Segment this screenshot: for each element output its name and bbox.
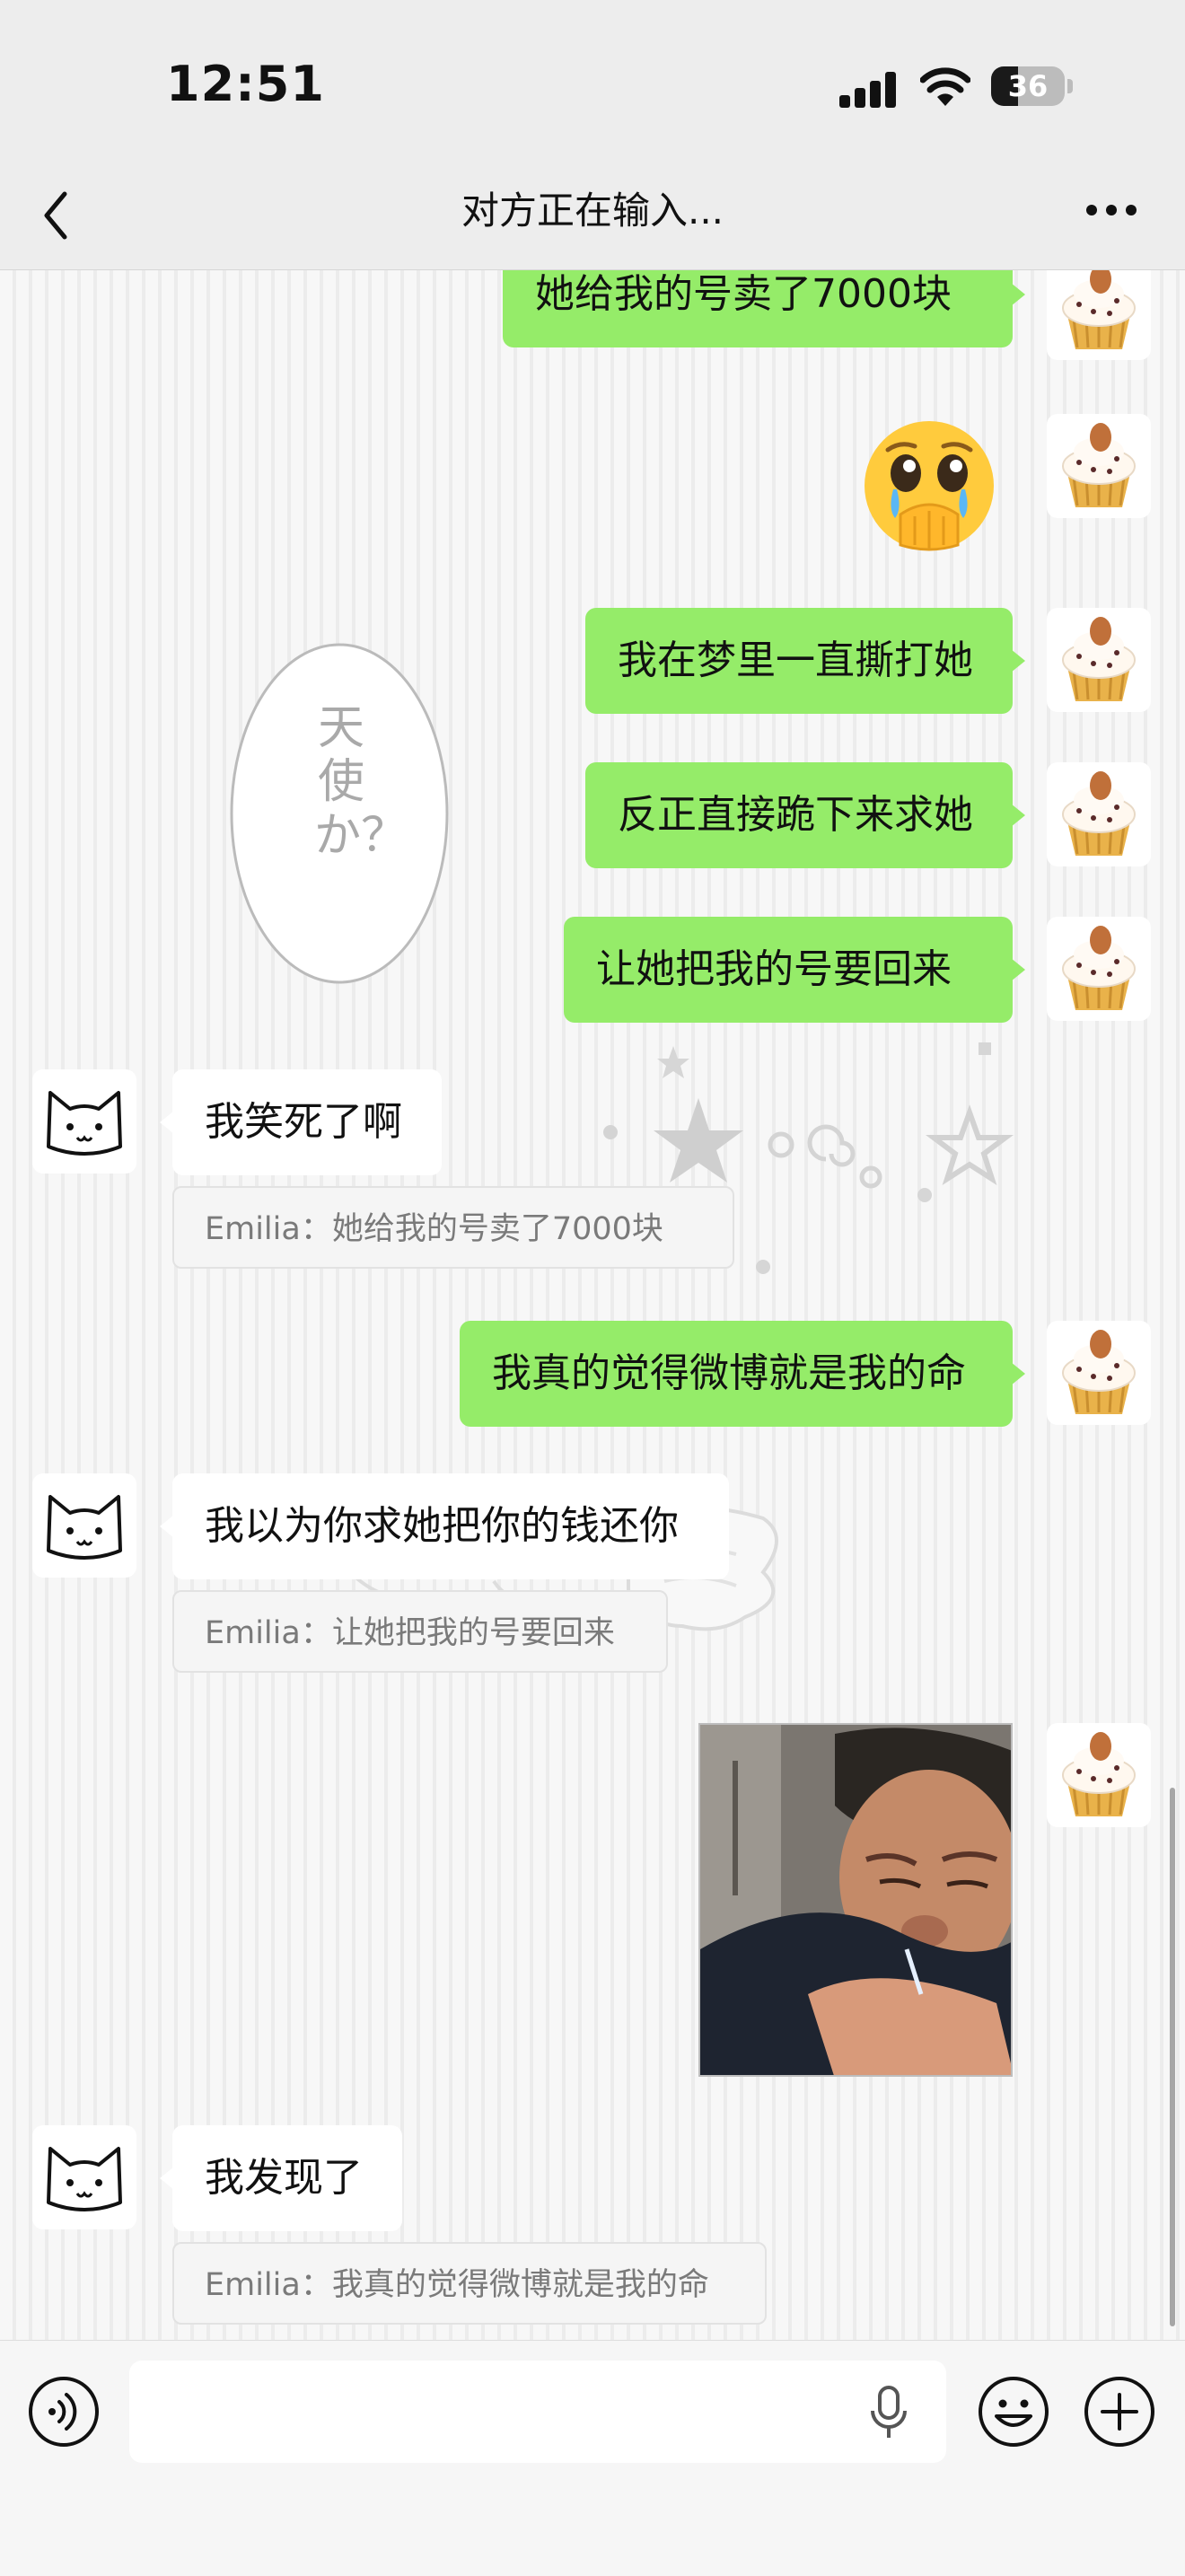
cupcake-avatar[interactable] [1047, 414, 1151, 518]
cat-face-icon [47, 1091, 122, 1156]
cat-face-icon [47, 1495, 122, 1560]
cat-avatar[interactable] [32, 2125, 136, 2229]
message-bubble-sent[interactable]: 反正直接跪下来求她 [585, 762, 1025, 868]
back-arrow-icon[interactable] [27, 180, 90, 251]
message-bubble-received[interactable]: 我发现了 [160, 2125, 402, 2231]
message-bubble-sent[interactable]: 她给我的号卖了7000块 [503, 270, 1025, 347]
cupcake-icon [1062, 270, 1136, 349]
cupcake-icon [1062, 617, 1136, 701]
chat-messages-area[interactable]: 天使か？ 她给我的号卖了7000块 我在梦里一直撕打她 反正直接跪下来求她 让她… [0, 270, 1185, 2340]
cupcake-avatar[interactable] [1047, 762, 1151, 866]
cupcake-icon [1062, 423, 1136, 507]
battery-indicator: 36 [991, 66, 1073, 106]
message-bubble-received[interactable]: 我笑死了啊 [160, 1069, 442, 1175]
cat-avatar[interactable] [32, 1069, 136, 1174]
quoted-reply[interactable]: Emilia：我真的觉得微博就是我的命 [172, 2242, 767, 2325]
pleading-face-icon [865, 421, 994, 551]
chat-scrollbar[interactable] [1170, 1788, 1175, 2326]
voice-mode-icon[interactable] [27, 2375, 101, 2449]
microphone-icon[interactable] [864, 2384, 914, 2441]
cupcake-icon [1062, 1732, 1136, 1816]
message-bubble-sent[interactable]: 我在梦里一直撕打她 [585, 608, 1025, 714]
cupcake-icon [1062, 926, 1136, 1010]
chat-header: 对方正在输入... [0, 162, 1185, 270]
status-time: 12:51 [166, 56, 325, 112]
angel-text: 天使か？ [314, 701, 408, 863]
message-text-input[interactable] [129, 2361, 946, 2463]
status-bar: 12:51 36 [0, 0, 1185, 162]
crying-man-photo-image [700, 1725, 1011, 2075]
message-input-bar [0, 2340, 1185, 2576]
chat-title: 对方正在输入... [461, 189, 724, 233]
more-options-icon[interactable] [1077, 180, 1149, 251]
emoji-sticker-message[interactable] [857, 414, 1001, 558]
cupcake-avatar[interactable] [1047, 917, 1151, 1021]
cupcake-icon [1062, 1330, 1136, 1414]
crying-man-photo[interactable] [698, 1723, 1013, 2077]
cupcake-avatar[interactable] [1047, 1321, 1151, 1425]
emoji-icon[interactable] [977, 2375, 1050, 2449]
cat-face-icon [47, 2147, 122, 2211]
message-bubble-sent[interactable]: 让她把我的号要回来 [564, 917, 1025, 1023]
cat-avatar[interactable] [32, 1473, 136, 1578]
cellular-signal-icon [839, 72, 896, 108]
message-bubble-sent[interactable]: 我真的觉得微博就是我的命 [460, 1321, 1025, 1427]
plus-icon[interactable] [1083, 2375, 1156, 2449]
cupcake-icon [1062, 771, 1136, 856]
quoted-reply[interactable]: Emilia：她给我的号卖了7000块 [172, 1186, 734, 1269]
wifi-icon [920, 67, 970, 106]
cupcake-avatar[interactable] [1047, 270, 1151, 360]
cupcake-avatar[interactable] [1047, 1723, 1151, 1827]
battery-percent: 36 [1007, 69, 1049, 103]
message-bubble-received[interactable]: 我以为你求她把你的钱还你 [160, 1473, 729, 1579]
cupcake-avatar[interactable] [1047, 608, 1151, 712]
quoted-reply[interactable]: Emilia：让她把我的号要回来 [172, 1590, 668, 1673]
angel-sticker-decoration: 天使か？ [226, 638, 456, 989]
